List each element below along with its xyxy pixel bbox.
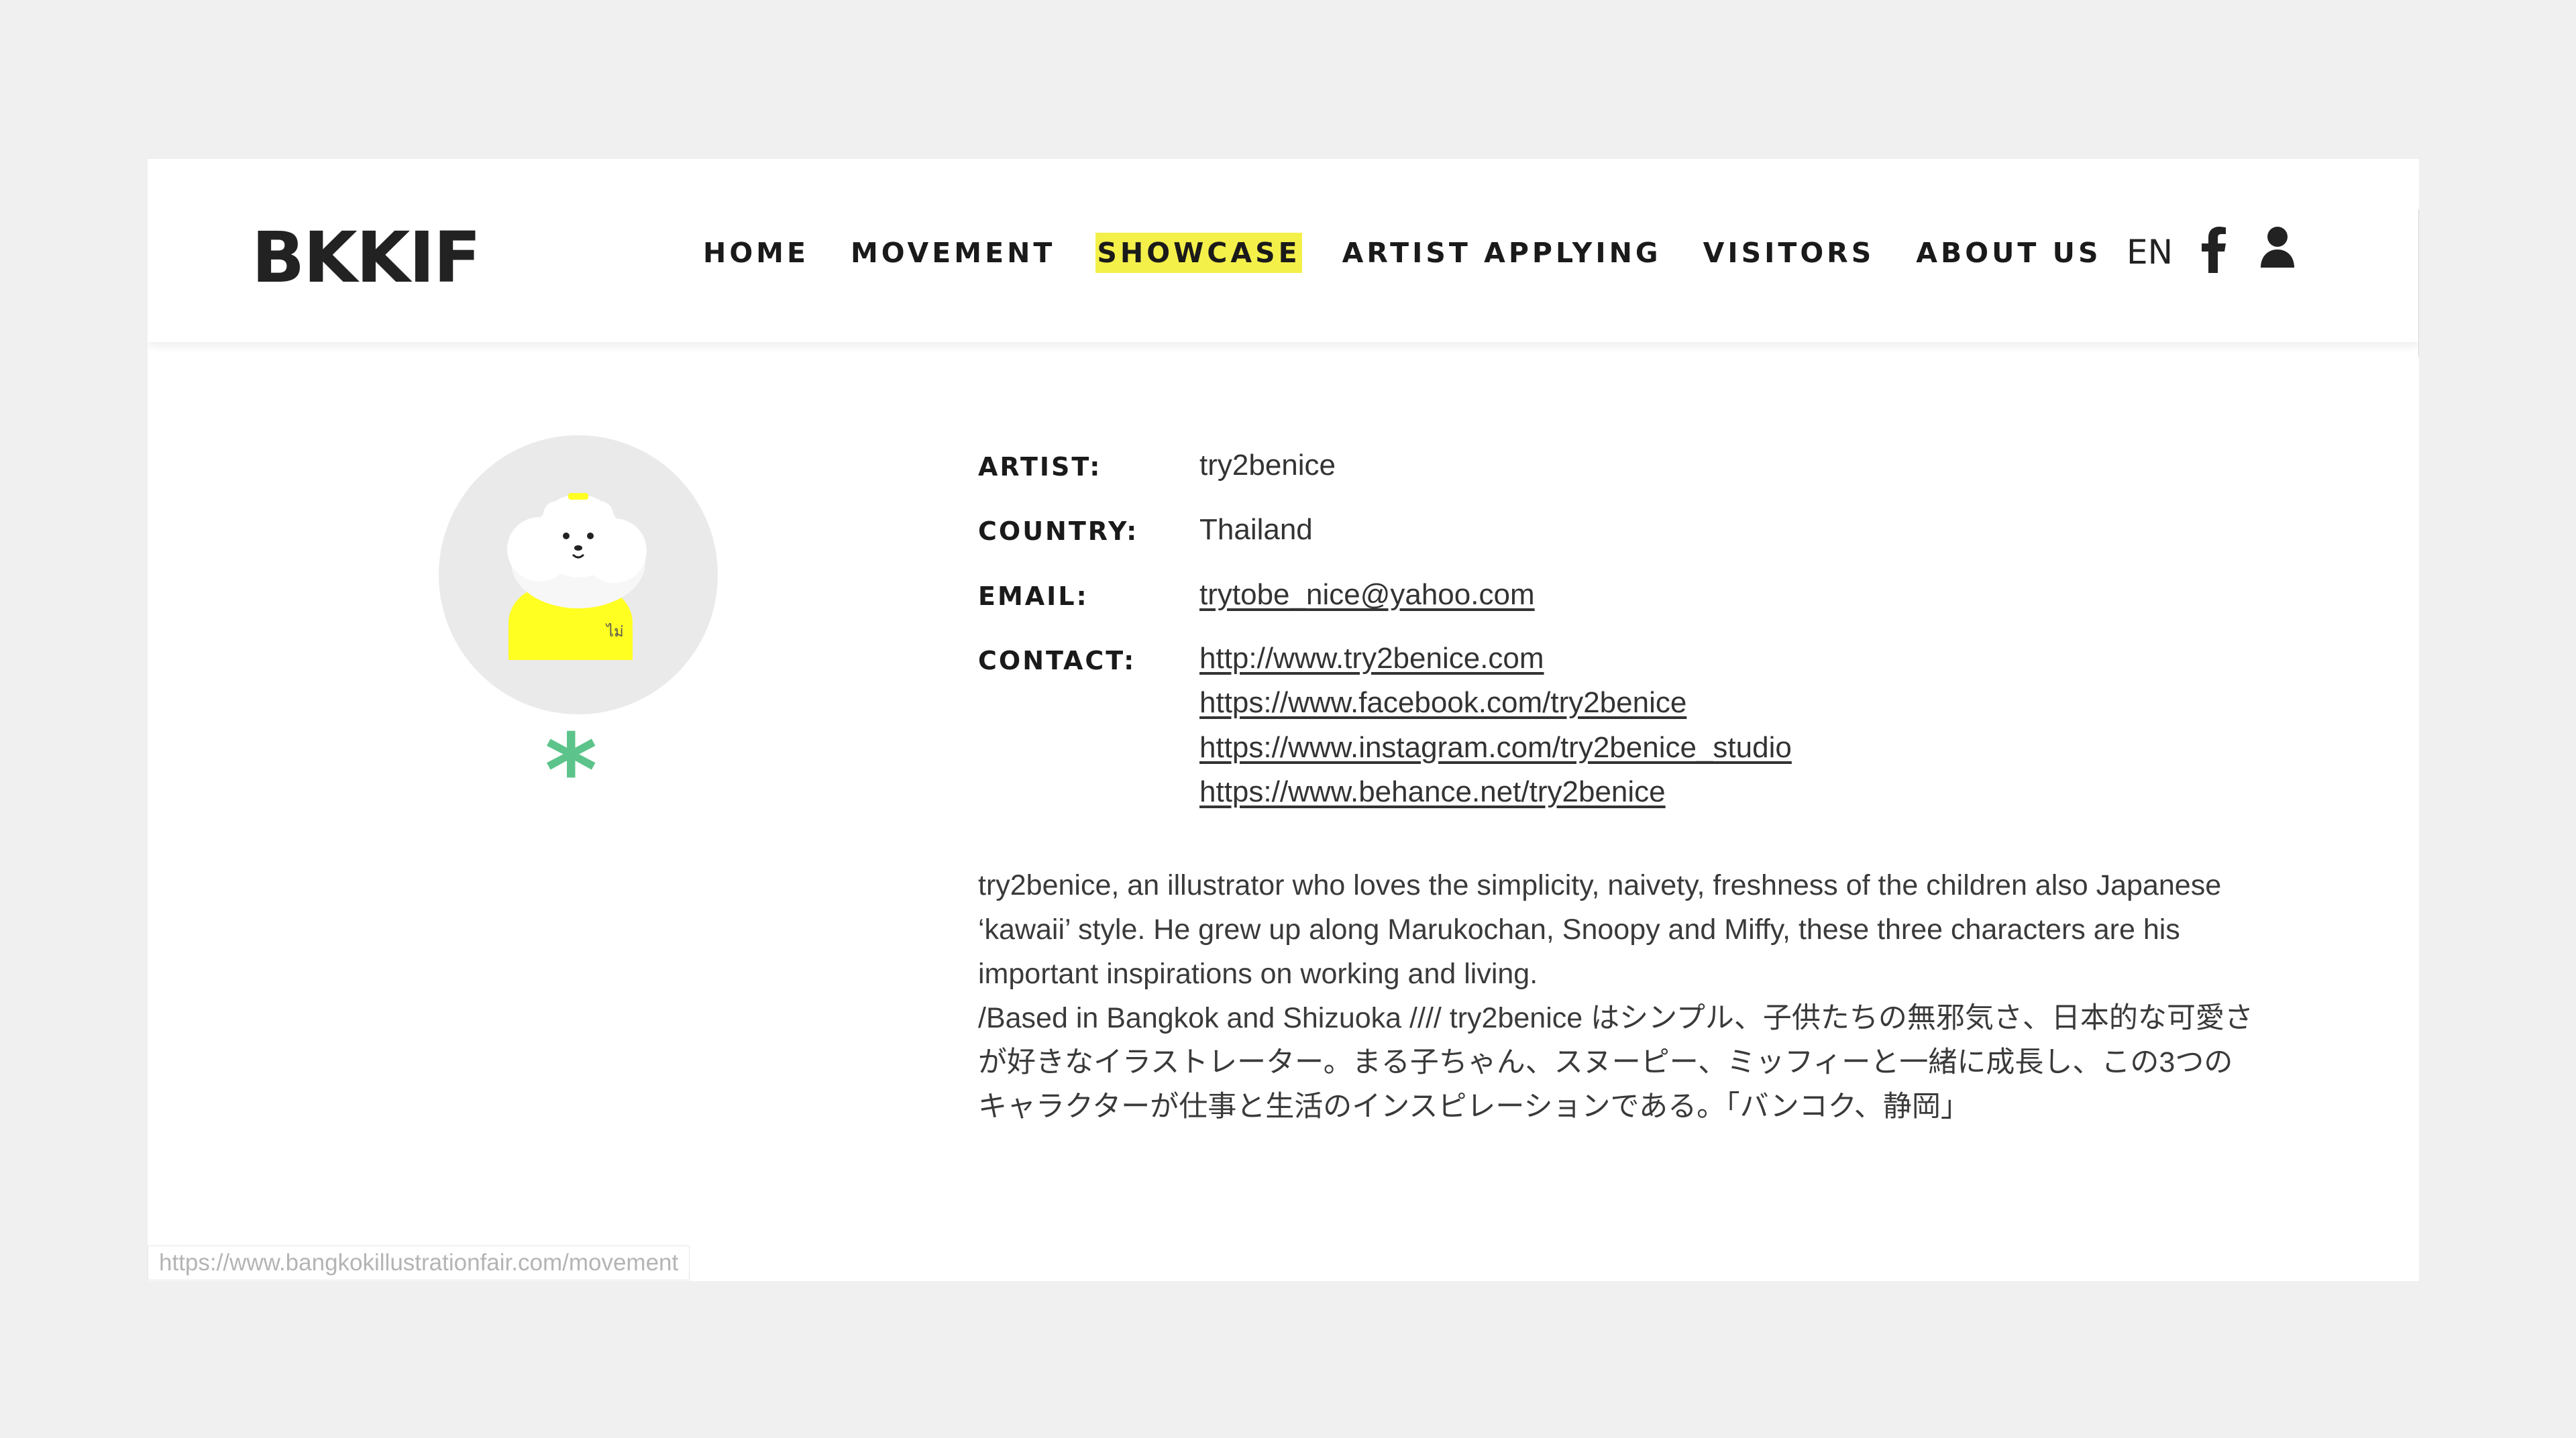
- artist-avatar: ไม่: [439, 435, 718, 714]
- contact-link-website[interactable]: http://www.try2benice.com: [1199, 642, 1544, 675]
- browser-viewport: BKKIF HOME MOVEMENT SHOWCASE ARTIST APPL…: [148, 159, 2419, 1281]
- bio-line: ‘kawaii’ style. He grew up along Marukoc…: [978, 914, 2180, 946]
- site-header: BKKIF HOME MOVEMENT SHOWCASE ARTIST APPL…: [148, 159, 2419, 357]
- artist-bio: try2benice, an illustrator who loves the…: [978, 863, 2286, 1129]
- nav-movement[interactable]: MOVEMENT: [849, 233, 1057, 273]
- email-link[interactable]: trytobe_nice@yahoo.com: [1199, 578, 1535, 612]
- bio-line: important inspirations on working and li…: [978, 958, 1538, 990]
- scrollbar-thumb[interactable]: [2418, 209, 2419, 357]
- nav-visitors[interactable]: VISITORS: [1702, 233, 1876, 273]
- facebook-icon[interactable]: [2200, 226, 2227, 273]
- contact-label: CONTACT:: [978, 646, 1136, 675]
- status-bar-url: https://www.bangkokillustrationfair.com/…: [148, 1246, 690, 1280]
- country-label: COUNTRY:: [978, 516, 1139, 546]
- main-nav: HOME MOVEMENT SHOWCASE ARTIST APPLYING V…: [702, 229, 2142, 276]
- contact-link-instagram[interactable]: https://www.instagram.com/try2benice_stu…: [1199, 731, 1792, 765]
- artist-label: ARTIST:: [978, 452, 1102, 482]
- bio-line: /Based in Bangkok and Shizuoka //// try2…: [978, 1002, 2253, 1034]
- avatar-badge-text: ไม่: [605, 623, 624, 641]
- contact-link-behance[interactable]: https://www.behance.net/try2benice: [1199, 775, 1666, 809]
- nav-artist-applying[interactable]: ARTIST APPLYING: [1341, 233, 1663, 273]
- bio-line: が好きなイラストレーター。まる子ちゃん、スヌーピー、ミッフィーと一緒に成長し、こ…: [978, 1046, 2233, 1078]
- nav-showcase[interactable]: SHOWCASE: [1095, 233, 1302, 273]
- nav-home[interactable]: HOME: [702, 233, 810, 273]
- email-label: EMAIL:: [978, 582, 1089, 611]
- bio-line: try2benice, an illustrator who loves the…: [978, 869, 2222, 901]
- bio-line: キャラクターが仕事と生活のインスピレーションである。「バンコク、静岡」: [978, 1091, 1970, 1123]
- language-switch[interactable]: EN: [2127, 233, 2173, 272]
- nav-about-us[interactable]: ABOUT US: [1915, 233, 2102, 273]
- user-account-icon[interactable]: [2261, 226, 2294, 268]
- asterisk-icon: *: [545, 713, 598, 830]
- contact-link-facebook[interactable]: https://www.facebook.com/try2benice: [1199, 686, 1686, 720]
- avatar-illustration: ไม่: [507, 493, 647, 660]
- site-logo[interactable]: BKKIF: [252, 223, 481, 292]
- country-value: Thailand: [1199, 513, 1313, 546]
- artist-value: try2benice: [1199, 449, 1336, 482]
